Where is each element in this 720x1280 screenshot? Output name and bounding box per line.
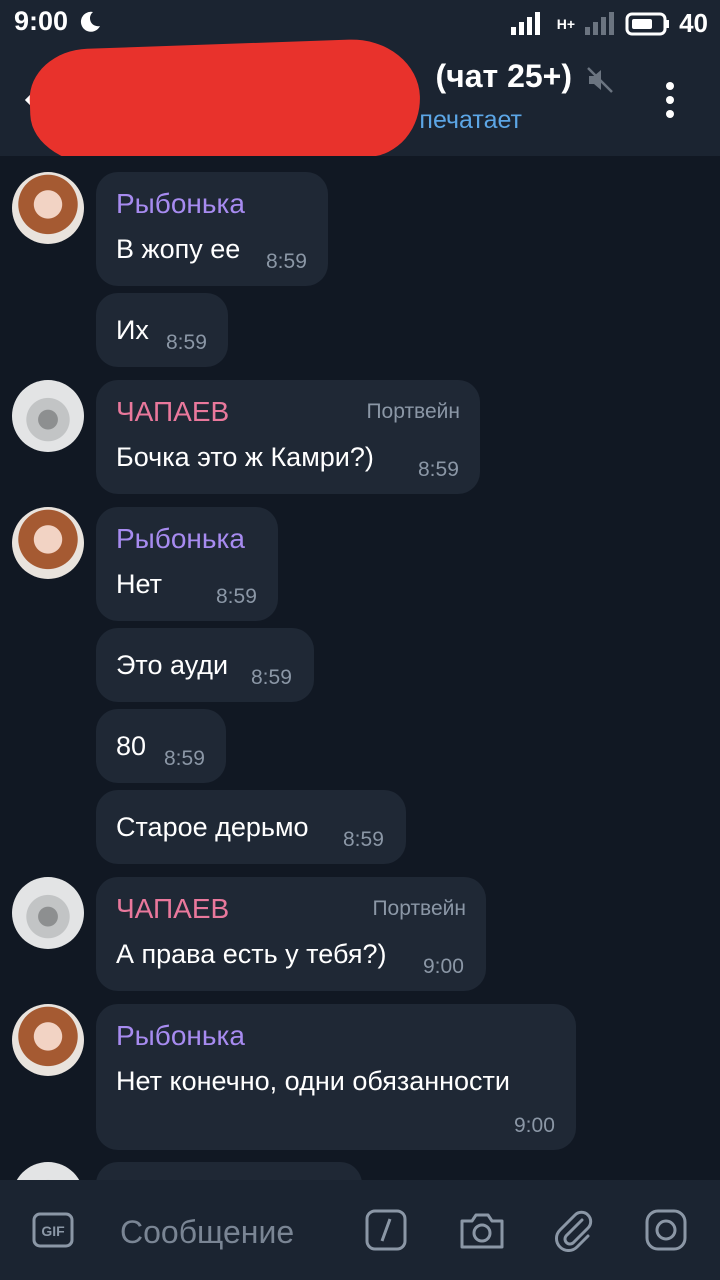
admin-title: Портвейн (366, 400, 460, 423)
message-input[interactable]: Сообщение (120, 1214, 294, 1251)
message-text: Старое дерьмо (116, 812, 309, 842)
sender-name[interactable]: Рыбонька (116, 1020, 245, 1052)
admin-title: Портвейн (372, 897, 466, 920)
sender-name[interactable]: Рыбонька (116, 188, 245, 220)
message-list[interactable]: Рыбонька В жопу ее 8:59 Их 8:59 ЧАПАЕВ П… (0, 156, 720, 1180)
status-icons: H+ 40 (509, 8, 708, 39)
chat-header: (чат 25+) печатает (0, 37, 720, 169)
message-time: 8:59 (216, 585, 257, 608)
signal-secondary-icon (585, 11, 615, 35)
message-bubble[interactable]: Рыбонька В жопу ее 8:59 (96, 172, 328, 286)
message-text: 80 (116, 731, 147, 761)
avatar[interactable] (12, 1162, 84, 1180)
message-time: 9:00 (514, 1114, 555, 1137)
signal-icon (510, 11, 540, 35)
avatar[interactable] (12, 507, 84, 579)
sender-name[interactable]: Рыбонька (116, 523, 245, 555)
sender-name[interactable]: ЧАПАЕВ (116, 396, 229, 428)
gif-icon[interactable]: GIF (32, 1212, 74, 1248)
message-bubble[interactable]: Их 8:59 (96, 293, 228, 367)
avatar[interactable] (12, 1004, 84, 1076)
message-text: Их (116, 315, 149, 345)
message-input-bar: GIF Сообщение (0, 1180, 720, 1280)
message-time: 8:59 (343, 828, 384, 851)
battery-level: 40 (679, 8, 708, 38)
message-bubble[interactable]: Это ауди 8:59 (96, 628, 314, 702)
message-bubble[interactable]: ЧАПАЕВ Портвейн Бочка это ж Камри?) 8:59 (96, 380, 480, 494)
message-bubble[interactable]: Рыбонька Нет конечно, одни обязанности 9… (96, 1004, 576, 1150)
message-bubble[interactable]: ЧАПАЕВ Портвейн А права есть у тебя?) 9:… (96, 877, 486, 991)
avatar[interactable] (12, 380, 84, 452)
camera-icon[interactable] (458, 1208, 506, 1252)
status-bar: 9:00 H+ 40 (0, 0, 720, 44)
moon-icon (80, 11, 100, 32)
message-time: 8:59 (164, 747, 205, 770)
message-text: Бочка это ж Камри?) (116, 442, 374, 472)
message-bubble[interactable]: Старое дерьмо 8:59 (96, 790, 406, 864)
network-type: H+ (556, 15, 576, 32)
sender-name[interactable]: ЧАПАЕВ (116, 893, 229, 925)
message-bubble[interactable]: Рыбонька Нет 8:59 (96, 507, 278, 621)
message-text: Нет (116, 569, 162, 599)
message-time: 8:59 (251, 666, 292, 689)
avatar[interactable] (12, 877, 84, 949)
message-time: 8:59 (266, 250, 307, 273)
attach-icon[interactable] (552, 1208, 596, 1252)
gif-label: GIF (41, 1223, 65, 1239)
message-text: В жопу ее (116, 234, 241, 264)
message-text: Это ауди (116, 650, 229, 680)
message-bubble[interactable] (96, 1162, 362, 1180)
message-bubble[interactable]: 80 8:59 (96, 709, 226, 783)
clock: 9:00 (14, 6, 69, 36)
message-time: 8:59 (418, 458, 459, 481)
message-time: 9:00 (423, 955, 464, 978)
mute-icon (587, 67, 613, 93)
more-vertical-icon[interactable] (656, 80, 684, 120)
battery-icon (625, 12, 670, 35)
instagram-icon[interactable] (644, 1208, 688, 1252)
slash-command-icon[interactable] (364, 1208, 408, 1252)
message-time: 8:59 (166, 331, 207, 354)
message-text: Нет конечно, одни обязанности (116, 1066, 511, 1096)
avatar[interactable] (12, 172, 84, 244)
message-text: А права есть у тебя?) (116, 939, 387, 969)
redaction-scribble (28, 37, 422, 169)
